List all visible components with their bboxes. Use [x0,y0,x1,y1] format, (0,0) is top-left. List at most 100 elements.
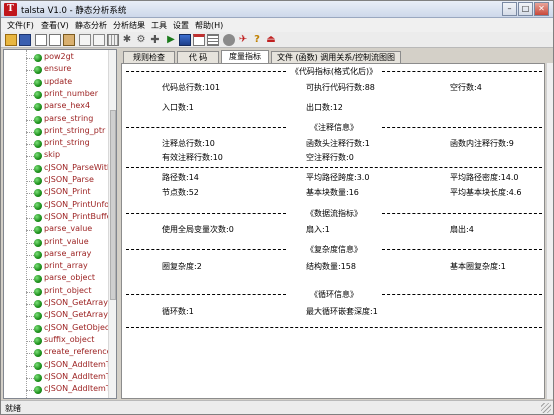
function-status-icon [34,213,42,222]
doc-icon[interactable] [93,34,105,46]
tree-scroll-thumb[interactable] [110,110,116,300]
menu-help[interactable]: 帮助(H) [195,20,223,31]
exit-icon[interactable]: ⏏ [265,34,277,46]
function-status-icon [34,103,42,112]
doc-icon[interactable] [79,34,91,46]
function-status-icon [34,275,42,284]
metric-func-inner-comment: 函数内注释行数:9 [450,139,514,148]
toolbar: ✱ ⚙ ✚ ▶ ✈ ? ⏏ [1,32,553,48]
tree-connector [26,193,34,195]
metric-structures: 结构数量:158 [306,262,356,271]
tab-code[interactable]: 代 码 [177,51,219,63]
metrics-content: 《代码指标(格式化后)》 代码总行数:101 可执行代码行数:88 空行数:4 … [121,63,545,399]
list-icon[interactable] [207,34,219,46]
metric-blank-comment: 空注释行数:0 [306,153,354,162]
function-tree[interactable]: pow2gt ensure update print_number parse_hex4… [3,49,117,399]
menu-static-analysis[interactable]: 静态分析 [75,20,107,31]
menu-analysis-results[interactable]: 分析结果 [113,20,145,31]
tab-strip: 规则检查 代 码 度量指标 文件 (函数) 调用关系/控制流图图 [119,50,553,64]
tree-node-label: cJSON_GetArrayIt [44,310,114,320]
function-status-icon [34,324,42,333]
metrics-panel: 规则检查 代 码 度量指标 文件 (函数) 调用关系/控制流图图 《代码指标(格… [119,49,553,399]
metric-avg-block-len: 平均基本块长度:4.6 [450,188,522,197]
tree-node-label: cJSON_ParseWithO [44,162,117,172]
tree-node-label: print_object [44,285,92,295]
maximize-button[interactable]: □ [518,2,533,16]
divider [126,327,542,328]
tree-connector [26,131,34,133]
tree-node-label: cJSON_Parse [44,175,94,184]
tree-scrollbar[interactable] [108,50,116,398]
menu-tools[interactable]: 工具 [151,20,167,31]
status-bar: 就绪 [1,400,553,414]
menu-view[interactable]: 查看(V) [41,20,69,31]
tools-icon[interactable]: ✱ [121,34,133,46]
tree-connector [26,267,34,269]
function-status-icon [34,177,42,185]
plus-icon[interactable]: ✚ [149,34,161,46]
paste-icon[interactable] [63,34,75,46]
tree-node-label: cJSON_AddItemTo [44,359,115,369]
gear-icon[interactable]: ⚙ [135,34,147,46]
tab-rule-check[interactable]: 规则检查 [123,51,175,63]
content-scrollbar[interactable] [546,63,553,399]
tree-node-label: cJSON_GetObjectI [44,322,115,332]
tab-call-graph[interactable]: 文件 (函数) 调用关系/控制流图图 [271,51,401,63]
metric-blank-lines: 空行数:4 [450,83,482,92]
function-status-icon [34,361,42,370]
tree-connector [26,365,34,367]
section-loop-info: 《循环信息》 [122,289,544,299]
chart-icon[interactable] [179,34,191,46]
tree-connector [26,377,34,379]
tree-node-label: cJSON_AddItemTo [44,384,115,394]
function-status-icon [34,140,42,149]
tree-node-label: cJSON_PrintBuffer [44,211,115,221]
function-status-icon [34,164,42,173]
tree-connector [26,94,34,96]
report-icon[interactable] [193,34,205,46]
function-status-icon [34,201,42,210]
tree-node-label: cJSON_GetArraySi [44,298,116,307]
function-status-icon [34,373,42,382]
tree-connector [26,82,34,84]
tree-connector [26,70,34,72]
function-status-icon [34,312,42,321]
tree-connector [26,205,34,207]
menu-settings[interactable]: 设置 [173,20,189,31]
grid-icon[interactable] [107,34,119,46]
tab-metrics[interactable]: 度量指标 [221,50,269,64]
minimize-button[interactable]: – [502,2,517,16]
tree-connector [26,144,34,146]
tree-connector [26,230,34,232]
resize-grip-icon[interactable] [541,403,551,413]
tree-node-label: parse_string [44,113,94,123]
section-complexity: 《复杂度信息》 [122,244,544,254]
function-status-icon [34,349,42,358]
metric-exec-lines: 可执行代码行数:88 [306,83,375,92]
save-icon[interactable] [19,34,31,46]
metric-avg-path-density: 平均路径密度:14.0 [450,173,519,182]
metric-fan-in: 扇入:1 [306,225,330,234]
metric-valid-comment: 有效注释行数:10 [162,153,223,162]
close-button[interactable]: ✕ [534,2,549,16]
metric-comment-total: 注释总行数:10 [162,139,215,148]
tree-node-label: cJSON_AddItemTo [44,371,115,381]
question-icon[interactable]: ? [251,34,263,46]
tree-node-label: cJSON_Print [44,187,91,197]
tree-connector [26,119,34,121]
arrow-icon[interactable]: ✈ [237,34,249,46]
open-folder-icon[interactable] [5,34,17,46]
function-status-icon [34,238,42,247]
copy-icon[interactable] [35,34,47,46]
menu-file[interactable]: 文件(F) [7,20,34,31]
metric-exit-points: 出口数:12 [306,103,343,112]
function-status-icon [34,78,42,87]
cut-icon[interactable] [49,34,61,46]
tree-connector [26,107,34,109]
circle-icon[interactable] [223,34,235,46]
tree-connector [26,217,34,219]
play-icon[interactable]: ▶ [165,34,177,46]
tree-connector [26,340,34,342]
function-status-icon [34,287,42,296]
function-status-icon [34,115,42,124]
